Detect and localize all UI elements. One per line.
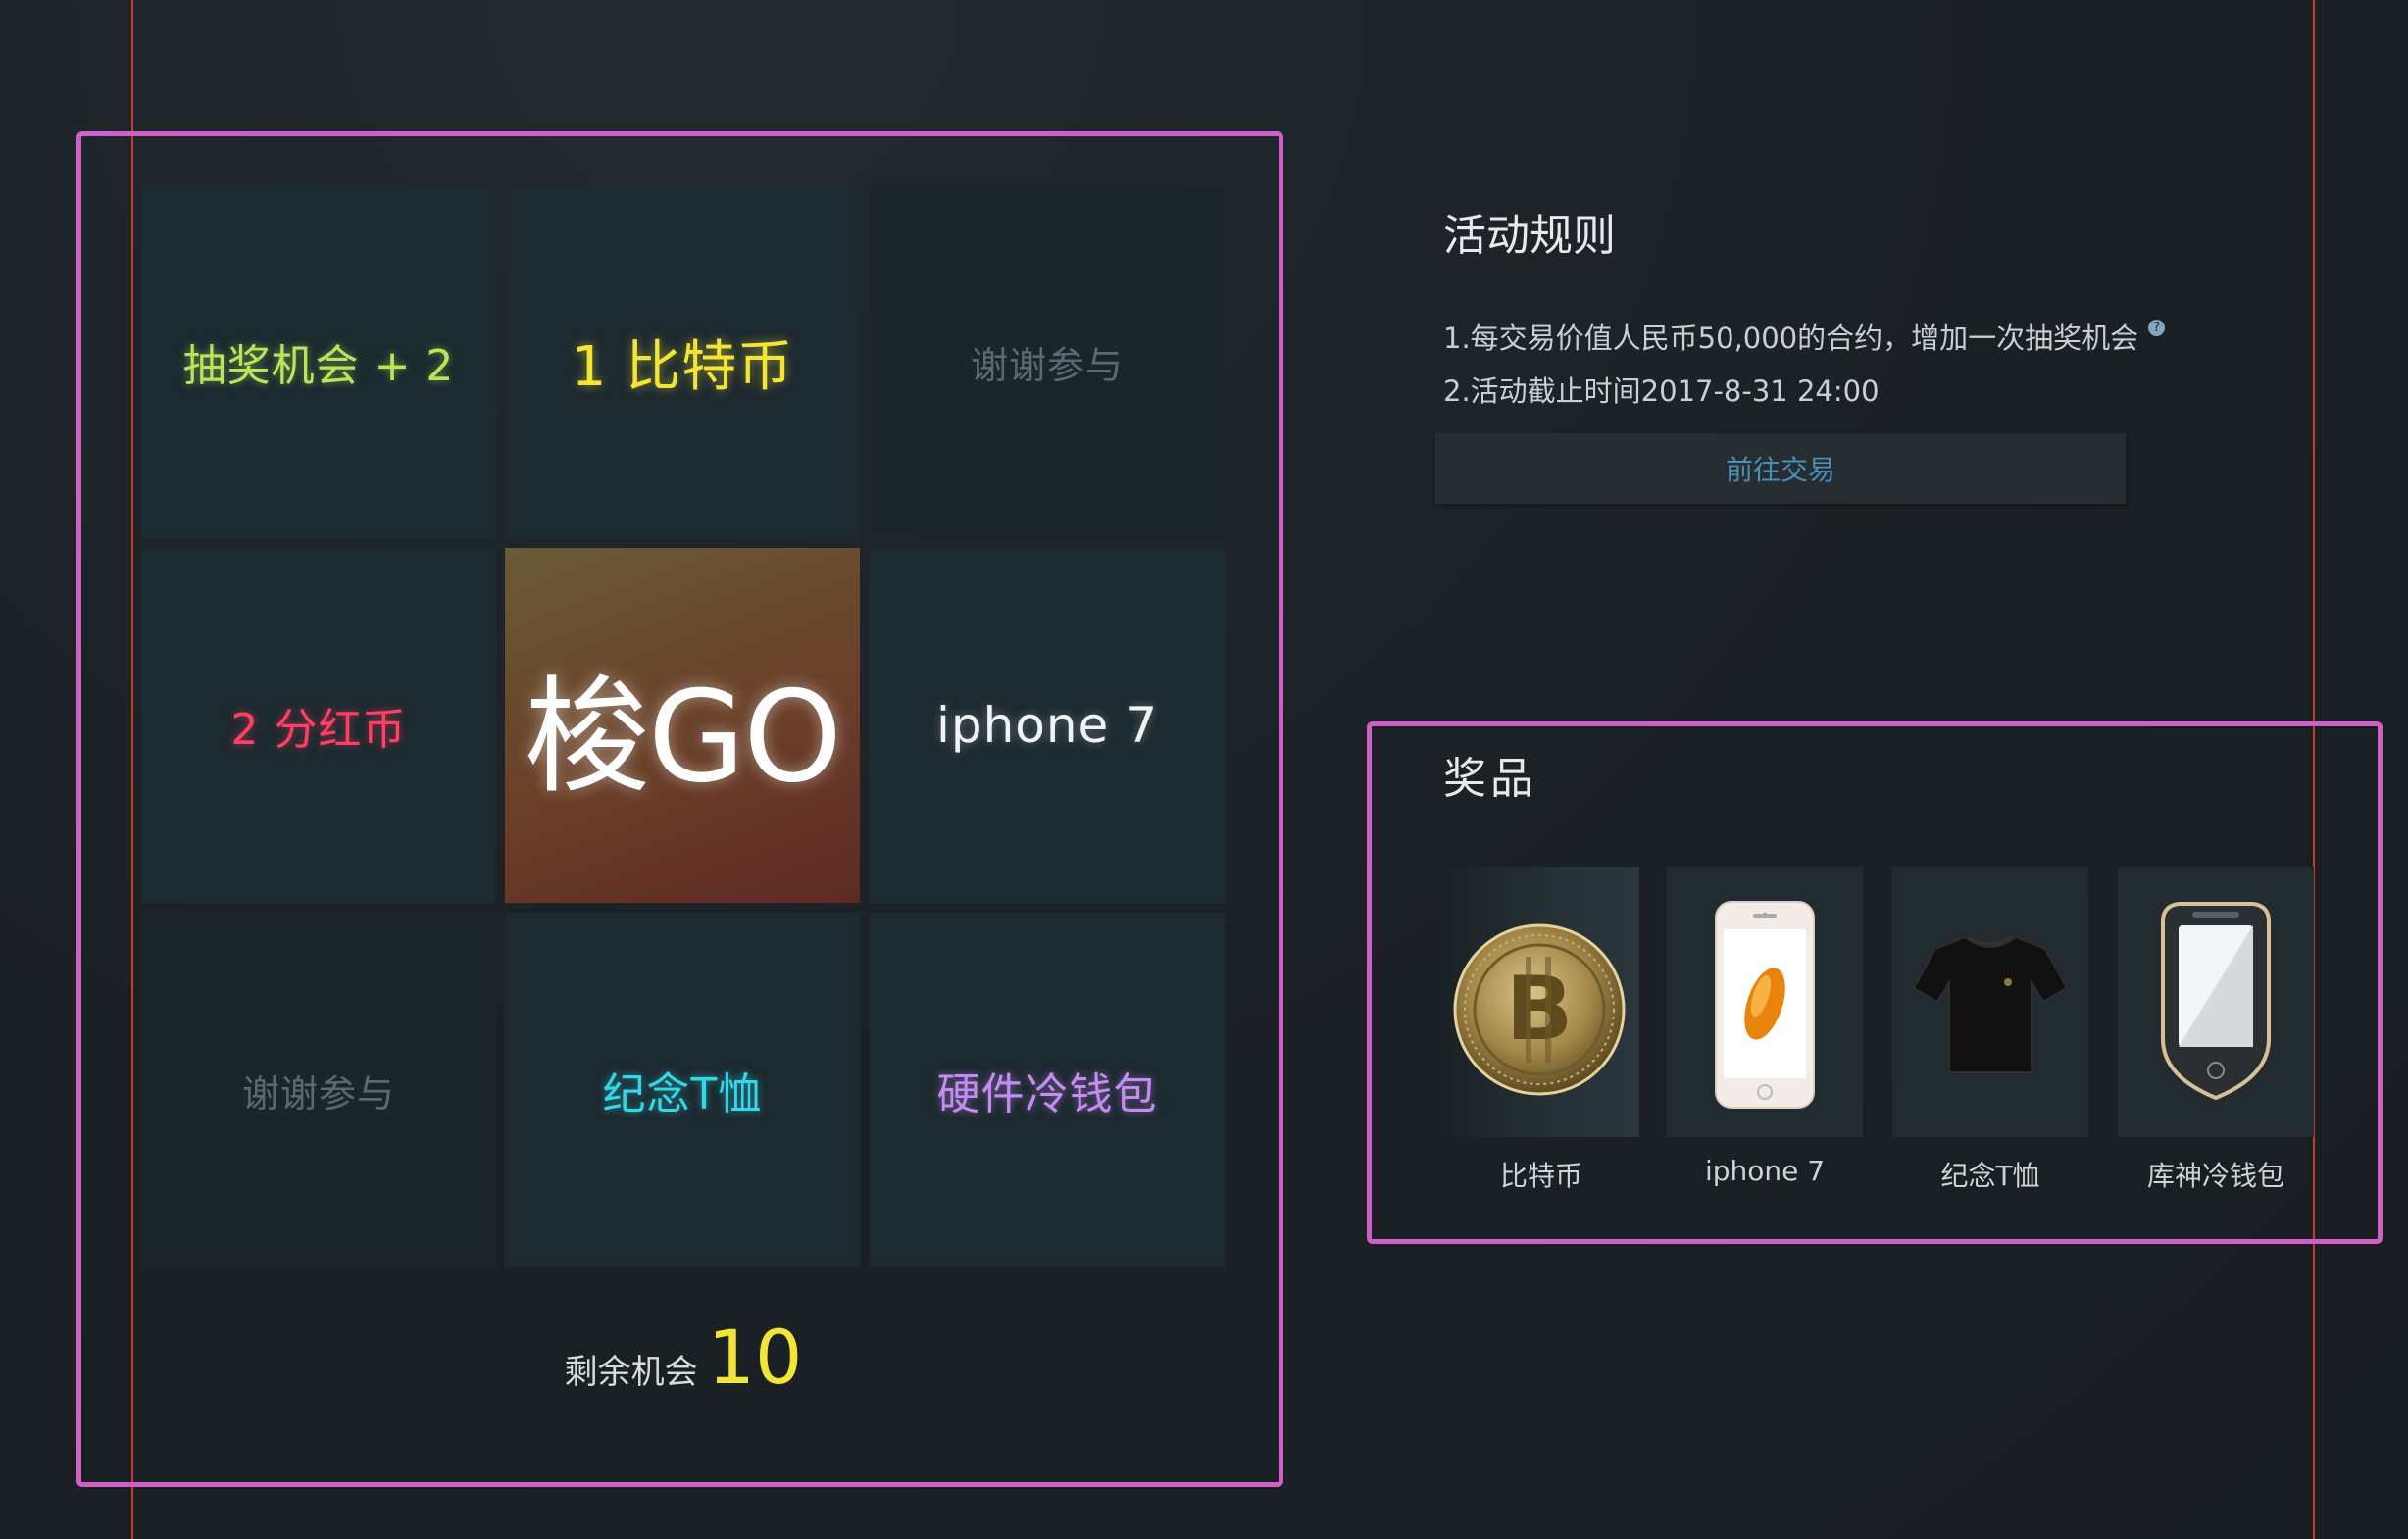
cold-wallet-image bbox=[2161, 902, 2271, 1101]
go-trade-button[interactable]: 前往交易 bbox=[1435, 433, 2126, 504]
lottery-cell-bitcoin: 1 比特币 bbox=[505, 184, 860, 539]
prize-card-bitcoin: B bbox=[1443, 867, 1639, 1137]
lottery-cell-label: 2 分红币 bbox=[230, 705, 407, 755]
prize-card-tshirt bbox=[1892, 867, 2088, 1137]
rule-item: 2.活动截止时间2017-8-31 24:00 bbox=[1443, 369, 1880, 410]
go-button-label: 梭GO bbox=[525, 664, 842, 811]
remaining-chances: 剩余机会 10 bbox=[141, 1314, 1226, 1401]
remaining-chances-label: 剩余机会 bbox=[564, 1353, 698, 1392]
prize-name: iphone 7 bbox=[1704, 1155, 1826, 1187]
remaining-chances-count: 10 bbox=[707, 1314, 803, 1401]
rule-item-text: 1.每交易价值人民币50,000的合约，增加一次抽奖机会 bbox=[1443, 322, 2139, 355]
lottery-cell-tshirt: 纪念T恤 bbox=[505, 913, 860, 1267]
prize-name: 比特币 bbox=[1499, 1160, 1582, 1192]
lottery-cell-label: 抽奖机会 + 2 bbox=[182, 341, 455, 391]
lottery-cell-dividend-coin: 2 分红币 bbox=[141, 548, 496, 903]
rule-item-text: 2.活动截止时间2017-8-31 24:00 bbox=[1443, 374, 1880, 408]
page: { "lottery": { "cells": [ {"label": "抽奖机… bbox=[0, 0, 2408, 1539]
lottery-cell-label: iphone 7 bbox=[935, 697, 1159, 754]
prize-name: 纪念T恤 bbox=[1940, 1160, 2040, 1192]
prize-name: 库神冷钱包 bbox=[2146, 1160, 2284, 1192]
prizes-title: 奖品 bbox=[1443, 754, 1537, 804]
go-button[interactable]: 梭GO bbox=[505, 548, 860, 903]
tshirt-image bbox=[1912, 935, 2069, 1073]
lottery-cell-label: 纪念T恤 bbox=[602, 1069, 763, 1119]
lottery-cell-label: 硬件冷钱包 bbox=[936, 1069, 1158, 1119]
lottery-cell-extra-chances: 抽奖机会 + 2 bbox=[141, 184, 496, 539]
bitcoin-coin-image: B bbox=[1453, 923, 1626, 1096]
lottery-cell-iphone: iphone 7 bbox=[870, 548, 1225, 903]
prize-card-cold-wallet bbox=[2118, 867, 2314, 1137]
rules-title: 活动规则 bbox=[1443, 211, 1616, 261]
lottery-cell-label: 谢谢参与 bbox=[970, 343, 1124, 387]
svg-text:B: B bbox=[1506, 958, 1574, 1061]
rule-item: 1.每交易价值人民币50,000的合约，增加一次抽奖机会? bbox=[1443, 316, 2166, 357]
question-circle-icon[interactable]: ? bbox=[2148, 320, 2166, 336]
lottery-cell-cold-wallet: 硬件冷钱包 bbox=[870, 913, 1225, 1267]
lottery-cell-label: 谢谢参与 bbox=[241, 1071, 395, 1116]
lottery-cell-label: 1 比特币 bbox=[571, 334, 794, 399]
lottery-grid: 抽奖机会 + 2 1 比特币 谢谢参与 2 分红币 梭GO iphone 7 谢… bbox=[141, 184, 1226, 1267]
prize-card-iphone bbox=[1667, 867, 1863, 1137]
lottery-cell-thanks: 谢谢参与 bbox=[870, 184, 1225, 539]
iphone-image bbox=[1715, 901, 1815, 1109]
lottery-cell-thanks: 谢谢参与 bbox=[141, 913, 496, 1267]
